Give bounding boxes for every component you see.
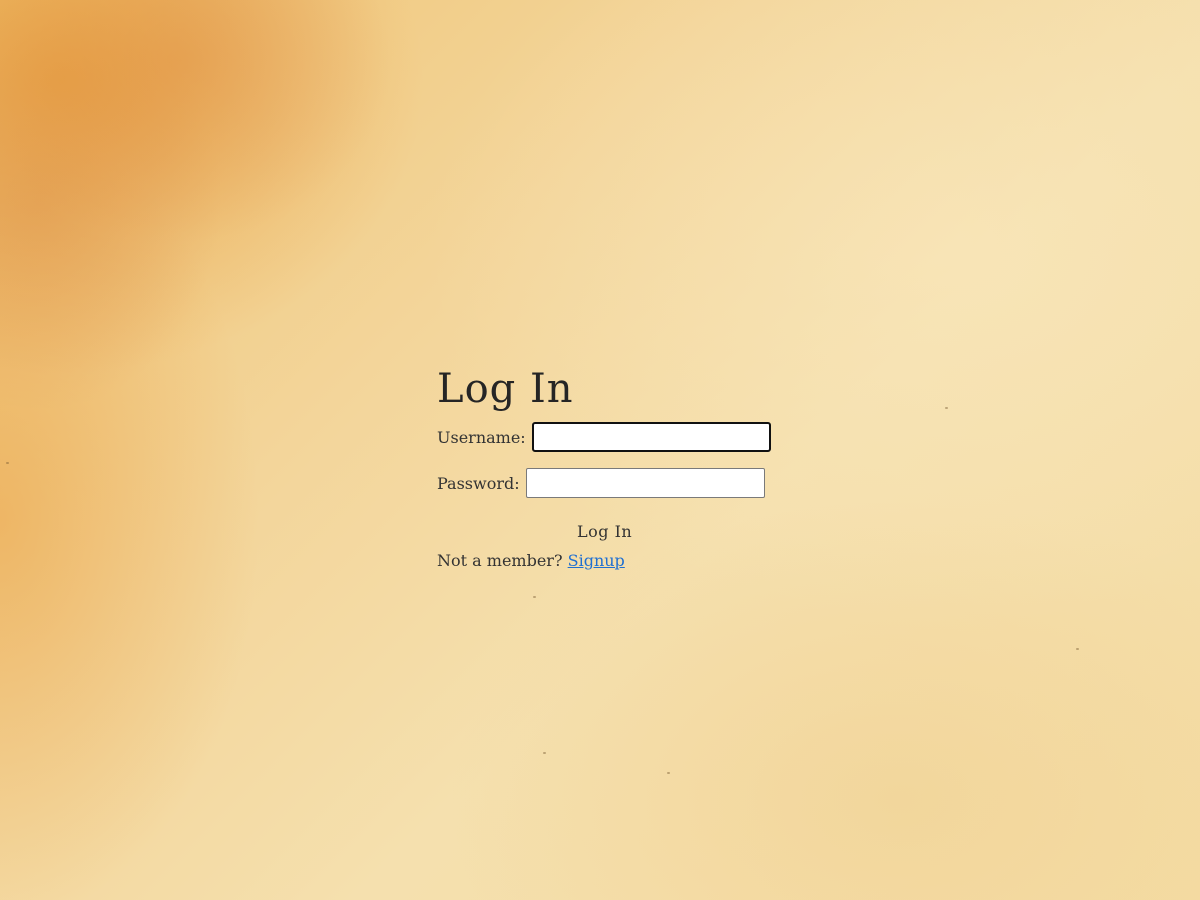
- paper-speck: [6, 462, 9, 464]
- login-button[interactable]: Log In: [577, 522, 632, 541]
- password-input[interactable]: [525, 468, 765, 498]
- submit-row: Log In: [437, 522, 777, 541]
- password-label: Password:: [437, 473, 520, 493]
- paper-speck: [1076, 648, 1079, 650]
- signup-link[interactable]: Signup: [568, 551, 625, 570]
- username-label: Username:: [437, 427, 526, 447]
- page-title: Log In: [437, 366, 574, 412]
- username-row: Username:: [437, 422, 777, 452]
- password-row: Password:: [437, 468, 777, 498]
- signup-line: Not a member? Signup: [437, 551, 777, 570]
- signup-prompt: Not a member?: [437, 551, 563, 570]
- login-form: Log In Username: Password: Log In Not a …: [437, 362, 777, 570]
- paper-speck: [667, 772, 670, 774]
- paper-speck: [945, 407, 948, 409]
- paper-speck: [543, 752, 546, 754]
- username-input[interactable]: [531, 422, 771, 452]
- paper-speck: [533, 596, 536, 598]
